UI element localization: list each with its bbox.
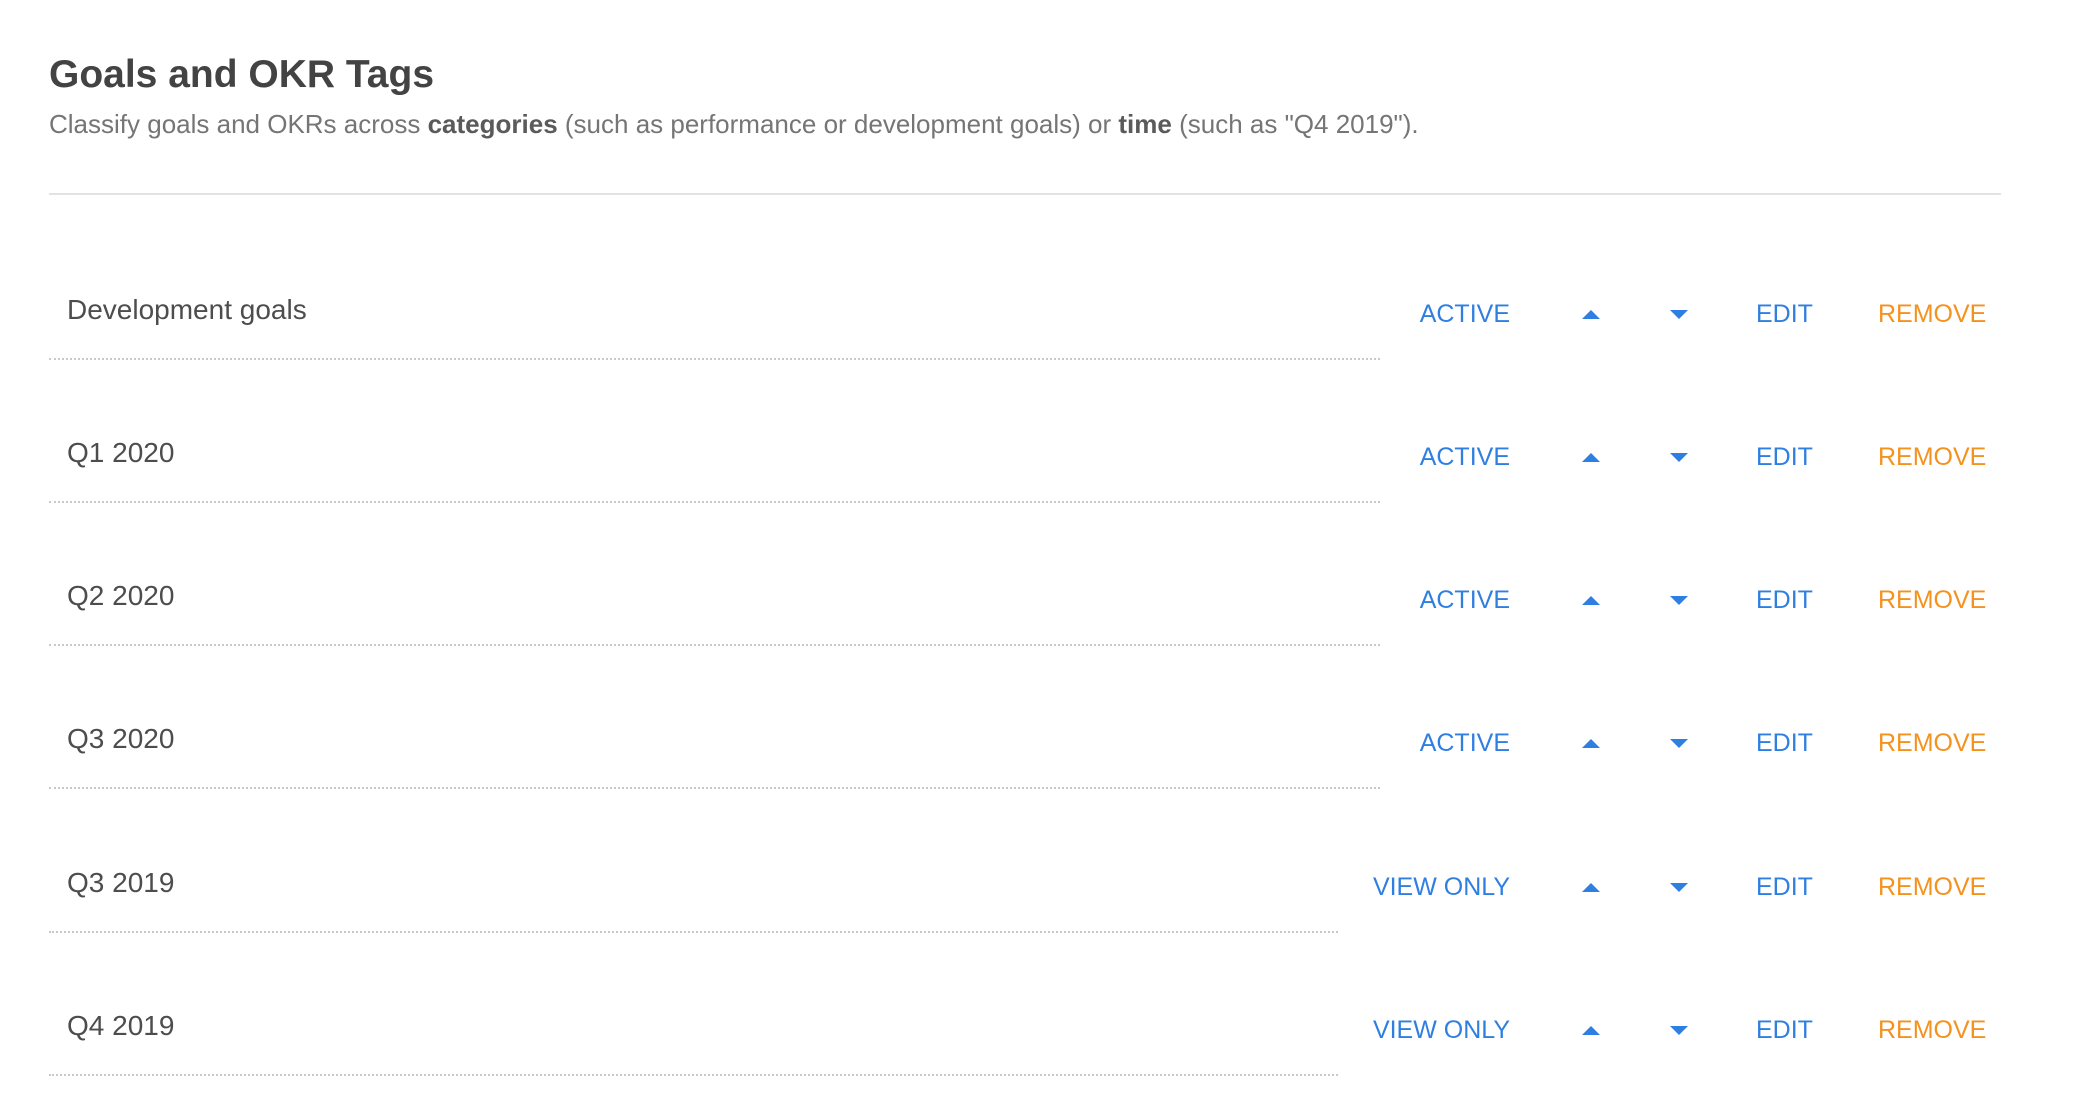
remove-button[interactable]: REMOVE [1878, 439, 1986, 475]
caret-down-icon[interactable] [1665, 443, 1693, 471]
tag-name-field[interactable]: Q3 2019 [49, 843, 1338, 933]
okr-tags-page: Goals and OKR Tags Classify goals and OK… [0, 0, 2080, 1112]
tag-row: Q4 2019 VIEW ONLY EDIT REMOVE [0, 986, 2080, 1076]
status-toggle-button[interactable]: ACTIVE [1420, 725, 1510, 761]
description-text-3: (such as "Q4 2019"). [1171, 109, 1419, 139]
tag-name: Q2 2020 [67, 580, 175, 611]
tag-name-field[interactable]: Q1 2020 [49, 413, 1380, 503]
edit-button[interactable]: EDIT [1756, 1012, 1813, 1048]
caret-up-icon[interactable] [1577, 1016, 1605, 1044]
tag-name: Q3 2019 [67, 867, 175, 898]
tag-name: Q1 2020 [67, 437, 175, 468]
tag-row: Q1 2020 ACTIVE EDIT REMOVE [0, 413, 2080, 503]
caret-up-icon[interactable] [1577, 729, 1605, 757]
status-toggle-button[interactable]: ACTIVE [1420, 582, 1510, 618]
status-toggle-button[interactable]: ACTIVE [1420, 296, 1510, 332]
edit-button[interactable]: EDIT [1756, 296, 1813, 332]
description-text-1: Classify goals and OKRs across [49, 109, 428, 139]
status-toggle-button[interactable]: ACTIVE [1420, 439, 1510, 475]
description-text-2: (such as performance or development goal… [557, 109, 1119, 139]
page-description: Classify goals and OKRs across categorie… [49, 106, 1419, 142]
tag-name-field[interactable]: Q3 2020 [49, 699, 1380, 789]
remove-button[interactable]: REMOVE [1878, 582, 1986, 618]
caret-up-icon[interactable] [1577, 300, 1605, 328]
tag-row: Q2 2020 ACTIVE EDIT REMOVE [0, 556, 2080, 646]
header-divider [49, 193, 2001, 195]
caret-down-icon[interactable] [1665, 729, 1693, 757]
tag-name: Q3 2020 [67, 723, 175, 754]
tag-name: Q4 2019 [67, 1010, 175, 1041]
page-title: Goals and OKR Tags [49, 53, 435, 96]
tag-row: Q3 2020 ACTIVE EDIT REMOVE [0, 699, 2080, 789]
edit-button[interactable]: EDIT [1756, 725, 1813, 761]
caret-up-icon[interactable] [1577, 443, 1605, 471]
remove-button[interactable]: REMOVE [1878, 1012, 1986, 1048]
status-toggle-button[interactable]: VIEW ONLY [1373, 1012, 1510, 1048]
tag-row: Q3 2019 VIEW ONLY EDIT REMOVE [0, 843, 2080, 933]
remove-button[interactable]: REMOVE [1878, 869, 1986, 905]
caret-up-icon[interactable] [1577, 586, 1605, 614]
tag-name-field[interactable]: Q4 2019 [49, 986, 1338, 1076]
remove-button[interactable]: REMOVE [1878, 296, 1986, 332]
caret-down-icon[interactable] [1665, 873, 1693, 901]
caret-up-icon[interactable] [1577, 873, 1605, 901]
tag-name-field[interactable]: Development goals [49, 270, 1380, 360]
edit-button[interactable]: EDIT [1756, 582, 1813, 618]
status-toggle-button[interactable]: VIEW ONLY [1373, 869, 1510, 905]
caret-down-icon[interactable] [1665, 300, 1693, 328]
tag-name: Development goals [67, 294, 307, 325]
tag-row: Development goals ACTIVE EDIT REMOVE [0, 270, 2080, 360]
description-bold-categories: categories [427, 109, 558, 139]
caret-down-icon[interactable] [1665, 1016, 1693, 1044]
edit-button[interactable]: EDIT [1756, 869, 1813, 905]
edit-button[interactable]: EDIT [1756, 439, 1813, 475]
remove-button[interactable]: REMOVE [1878, 725, 1986, 761]
description-bold-time: time [1118, 109, 1172, 139]
caret-down-icon[interactable] [1665, 586, 1693, 614]
tag-name-field[interactable]: Q2 2020 [49, 556, 1380, 646]
